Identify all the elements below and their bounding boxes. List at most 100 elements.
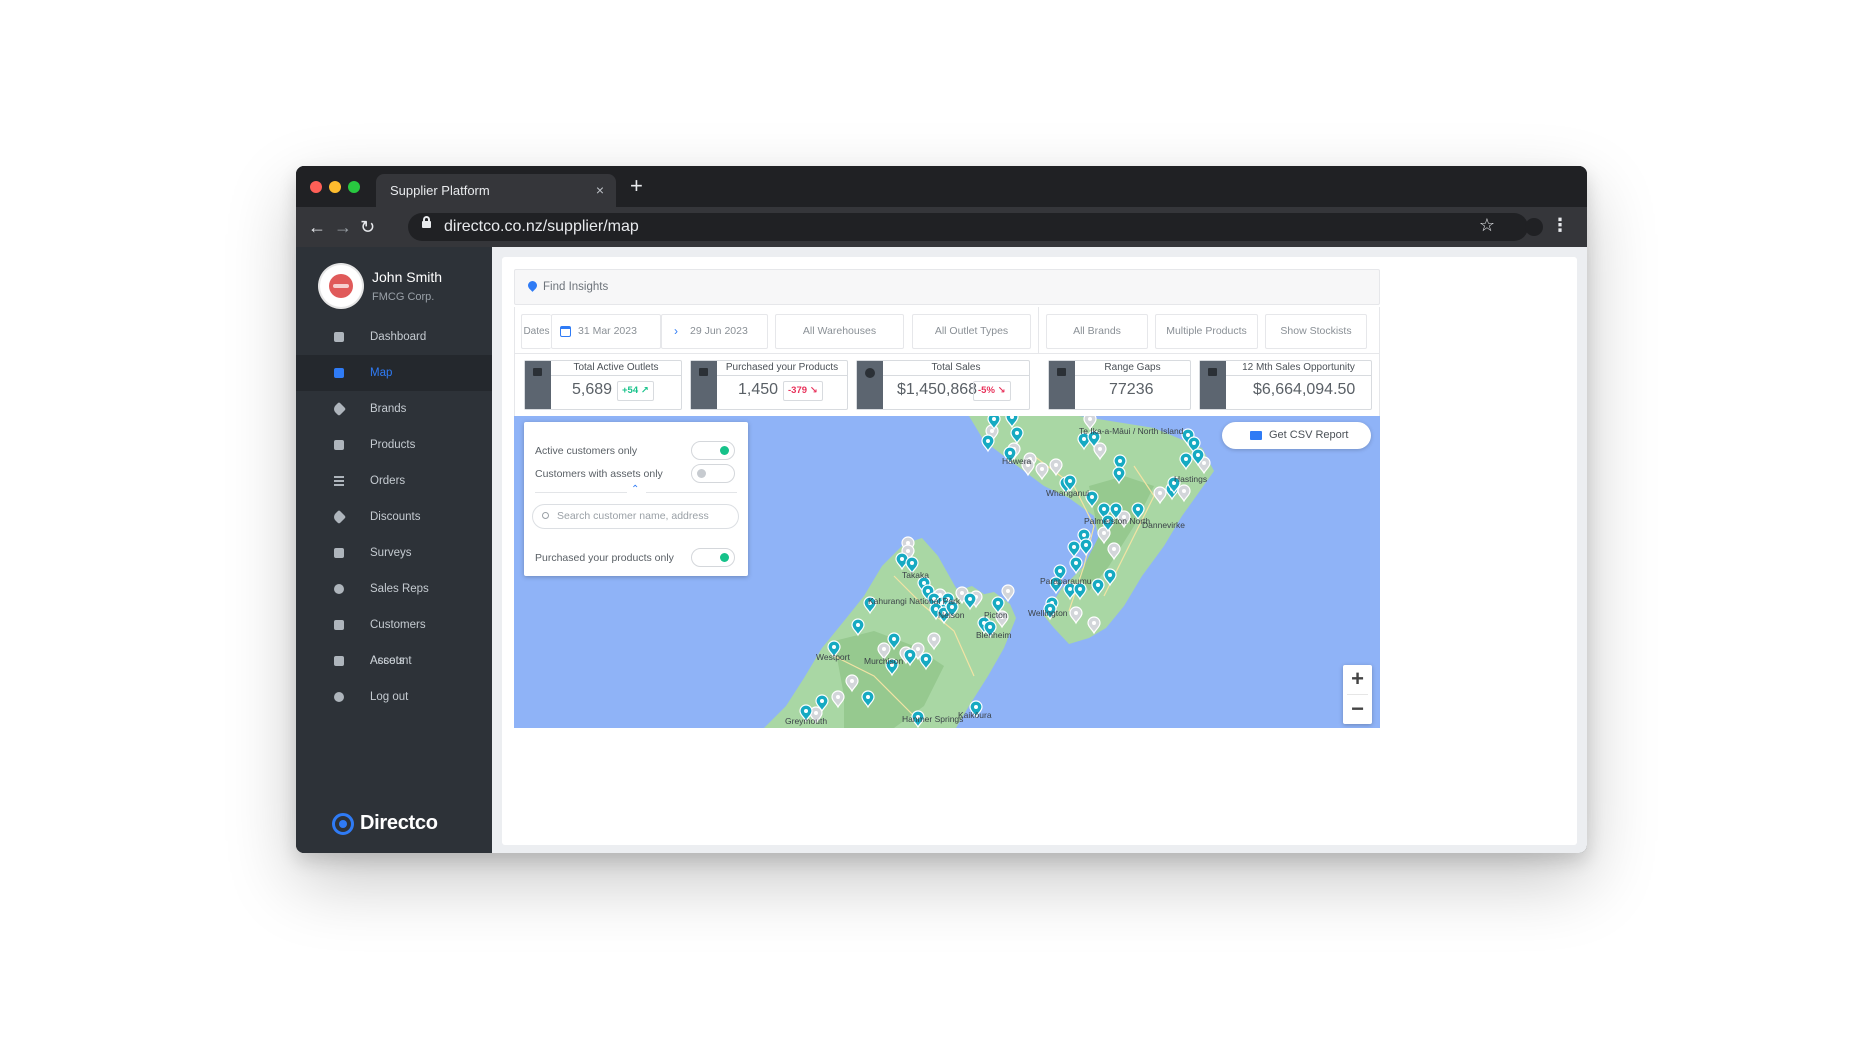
new-tab-button[interactable]: + <box>630 172 643 200</box>
sidebar-item-customers[interactable]: Customers <box>296 607 492 643</box>
show-stockists-filter[interactable]: Show Stockists <box>1265 314 1367 349</box>
tab-bar: Supplier Platform × + <box>296 166 1587 207</box>
stat-sales-opportunity[interactable]: 12 Mth Sales Opportunity $6,664,094.50 <box>1199 360 1372 410</box>
map-filter-panel: Active customers only Customers with ass… <box>524 422 748 576</box>
avatar <box>320 265 362 307</box>
gear-icon <box>334 692 344 702</box>
purchased-only-label: Purchased your products only <box>535 552 674 564</box>
trend-down-icon: ↘ <box>997 385 1006 396</box>
profile-avatar[interactable] <box>1525 218 1543 236</box>
customer-marker[interactable] <box>1079 538 1093 557</box>
map-label: Takaka <box>902 570 929 580</box>
store-icon <box>699 368 708 376</box>
end-date-picker[interactable]: › 29 Jun 2023 <box>661 314 768 349</box>
user-name: John Smith <box>372 269 443 285</box>
trend-down-icon: ↘ <box>809 385 818 396</box>
stat-icon-strip <box>857 361 883 409</box>
sidebar-item-log-out[interactable]: Log out <box>296 679 492 715</box>
stat-icon-strip <box>525 361 551 409</box>
map-label: Paraparaumu <box>1040 576 1092 586</box>
sidebar-item-map[interactable]: Map <box>296 355 492 391</box>
purchased-only-toggle[interactable] <box>691 548 735 567</box>
bookmark-star-icon[interactable]: ☆ <box>1479 215 1495 236</box>
dollar-icon <box>865 368 875 378</box>
sidebar-item-products[interactable]: Products <box>296 427 492 463</box>
warehouses-filter[interactable]: All Warehouses <box>775 314 904 349</box>
sidebar-item-sales-reps[interactable]: Sales Reps <box>296 571 492 607</box>
chevron-right-icon: › <box>674 324 678 338</box>
dashboard-icon <box>334 332 344 342</box>
close-window-button[interactable] <box>310 181 322 193</box>
stats-row: Total Active Outlets 5,689 +54 ↗ Purchas… <box>514 354 1380 416</box>
browser-window: Supplier Platform × + ← → ↻ directco.co.… <box>296 166 1587 853</box>
account-icon <box>334 656 344 666</box>
sidebar-item-label: Sales Reps <box>370 583 429 595</box>
calendar-icon <box>560 326 571 337</box>
person-icon <box>334 584 344 594</box>
collapse-chevron-icon[interactable]: ⌃ <box>631 484 639 495</box>
sidebar-item-label: Account <box>370 655 412 667</box>
find-insights-title: Find Insights <box>543 281 609 293</box>
map-label: Hastings <box>1174 474 1208 484</box>
customer-marker[interactable] <box>1001 584 1015 603</box>
stat-value: 1,450 <box>738 381 779 398</box>
stat-change-badge: +54 ↗ <box>617 381 654 401</box>
filter-divider <box>1038 307 1039 354</box>
stat-value: $1,450,868 <box>897 381 978 398</box>
zoom-out-button[interactable]: − <box>1343 695 1372 724</box>
map-label: Nelson <box>938 610 965 620</box>
stat-purchased-your-products[interactable]: Purchased your Products 1,450 -379 ↘ <box>690 360 848 410</box>
address-bar[interactable]: directco.co.nz/supplier/map <box>408 213 1528 241</box>
sidebar-item-brands[interactable]: Brands <box>296 391 492 427</box>
back-arrow-icon[interactable]: ← <box>308 215 326 239</box>
customer-marker[interactable] <box>981 434 995 453</box>
browser-tab[interactable]: Supplier Platform × <box>376 174 616 207</box>
sidebar-item-label: Brands <box>370 403 407 415</box>
map-label: Murchison <box>864 656 904 666</box>
start-date-picker[interactable]: 31 Mar 2023 <box>551 314 661 349</box>
stat-value: 77236 <box>1109 381 1154 398</box>
stat-icon-strip <box>1200 361 1226 409</box>
outlet-types-filter[interactable]: All Outlet Types <box>912 314 1031 349</box>
stat-change: -379 <box>788 385 808 396</box>
store-icon <box>533 368 542 376</box>
reload-icon[interactable]: ↻ <box>360 215 375 239</box>
customer-marker[interactable] <box>1067 540 1081 559</box>
stat-total-active-outlets[interactable]: Total Active Outlets 5,689 +54 ↗ <box>524 360 682 410</box>
stat-range-gaps[interactable]: Range Gaps 77236 <box>1048 360 1191 410</box>
sidebar-item-label: Map <box>370 367 393 379</box>
sidebar-item-dashboard[interactable]: Dashboard <box>296 319 492 355</box>
forward-arrow-icon[interactable]: → <box>334 215 352 239</box>
sidebar-item-surveys[interactable]: Surveys <box>296 535 492 571</box>
active-only-toggle[interactable] <box>691 441 735 460</box>
sidebar-item-account[interactable]: Account <box>296 643 492 679</box>
zoom-in-button[interactable]: + <box>1343 665 1372 694</box>
envelope-icon <box>1250 431 1262 440</box>
search-icon <box>542 512 549 519</box>
get-csv-report-button[interactable]: Get CSV Report <box>1222 422 1371 449</box>
brands-filter[interactable]: All Brands <box>1046 314 1148 349</box>
user-org: FMCG Corp. <box>372 291 435 303</box>
csv-button-label: Get CSV Report <box>1269 429 1349 441</box>
sidebar: John Smith FMCG Corp. Dashboard Map Bran… <box>296 247 492 853</box>
location-pin-icon <box>526 279 539 292</box>
maximize-window-button[interactable] <box>348 181 360 193</box>
checkbox-icon <box>334 548 344 558</box>
products-filter[interactable]: Multiple Products <box>1155 314 1258 349</box>
stat-icon-strip <box>691 361 717 409</box>
zoom-controls: + − <box>1343 665 1372 724</box>
stat-total-sales[interactable]: Total Sales $1,450,868 -5% ↘ <box>856 360 1030 410</box>
sidebar-item-orders[interactable]: Orders <box>296 463 492 499</box>
sidebar-item-discounts[interactable]: Discounts <box>296 499 492 535</box>
customer-search-input[interactable]: Search customer name, address <box>532 504 739 529</box>
map-label: Picton <box>984 610 1008 620</box>
customer-map[interactable]: Te Ika-a-Māui / North Island Hastings Wh… <box>514 416 1380 728</box>
tab-close-icon[interactable]: × <box>596 174 604 207</box>
stat-change: -5% <box>978 385 995 396</box>
with-assets-toggle[interactable] <box>691 464 735 483</box>
browser-menu-icon[interactable]: ⋮ <box>1551 215 1569 236</box>
minimize-window-button[interactable] <box>329 181 341 193</box>
map-label: Kahurangi National Park <box>868 596 961 606</box>
divider <box>646 492 737 493</box>
store-icon <box>1057 368 1066 376</box>
